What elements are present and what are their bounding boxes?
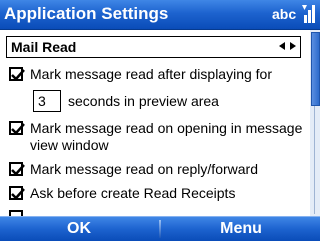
category-dropdown[interactable]: Mail Read: [6, 36, 301, 58]
option-label: Mark message read after displaying for: [30, 66, 272, 82]
title-bar: Application Settings abc: [0, 0, 320, 30]
checkbox-checked-icon[interactable]: [9, 186, 25, 200]
softkey-bar: OK Menu: [0, 216, 320, 241]
option-label: Mark message read on reply/forward: [30, 161, 258, 177]
option-mark-read-on-open[interactable]: Mark message read on opening in message …: [9, 119, 304, 159]
window-title: Application Settings: [4, 4, 169, 23]
arrow-right-icon[interactable]: [290, 42, 296, 50]
checkbox-checked-icon[interactable]: [9, 162, 25, 176]
softkey-divider: [159, 220, 161, 238]
dropdown-value: Mail Read: [11, 39, 77, 55]
settings-content: Mail Read Mark message read after displa…: [0, 30, 309, 216]
scrollbar-thumb[interactable]: [311, 32, 320, 106]
menu-softkey[interactable]: Menu: [166, 219, 316, 239]
ok-softkey[interactable]: OK: [4, 219, 154, 239]
option-mark-read-after-display[interactable]: Mark message read after displaying for: [9, 65, 304, 85]
signal-strength-icon: [302, 5, 315, 23]
option-ask-read-receipts[interactable]: Ask before create Read Receipts: [9, 184, 304, 204]
option-label: Mark message read on opening in message …: [30, 120, 303, 153]
checkbox-checked-icon[interactable]: [9, 67, 25, 81]
option-mark-read-on-reply[interactable]: Mark message read on reply/forward: [9, 160, 304, 180]
checkbox-checked-icon[interactable]: [9, 121, 25, 135]
vertical-scrollbar[interactable]: [310, 30, 320, 216]
delay-seconds-field[interactable]: 3: [33, 90, 61, 112]
arrow-left-icon[interactable]: [279, 42, 285, 50]
delay-seconds-suffix: seconds in preview area: [68, 93, 219, 109]
option-partially-visible[interactable]: [9, 208, 304, 216]
option-label: Ask before create Read Receipts: [30, 185, 236, 201]
input-mode-indicator[interactable]: abc: [272, 5, 296, 23]
